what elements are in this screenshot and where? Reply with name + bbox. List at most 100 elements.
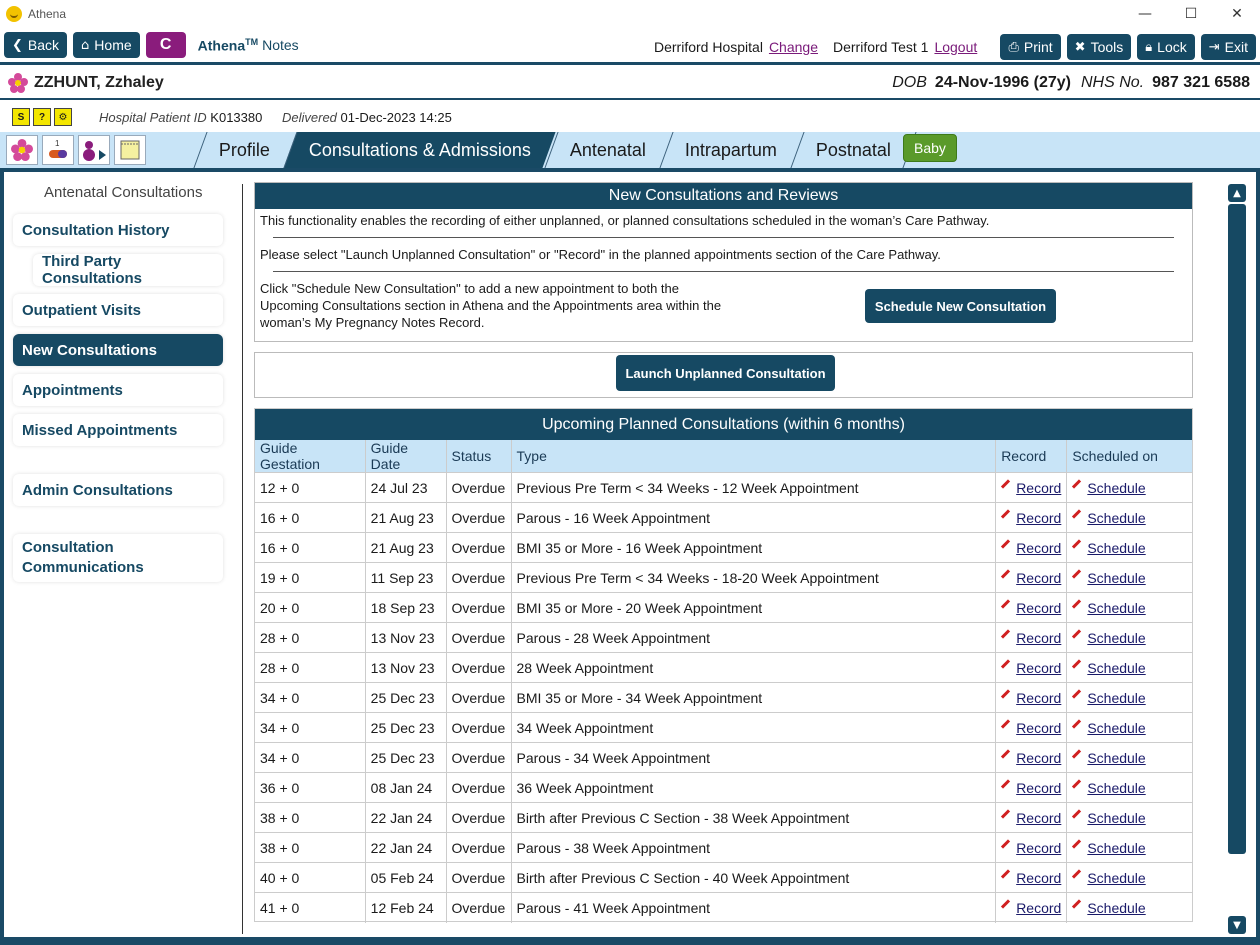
record-link[interactable]: Record — [1016, 870, 1061, 886]
pencil-icon — [1072, 871, 1082, 881]
athena-logo-icon — [6, 6, 22, 22]
schedule-link[interactable]: Schedule — [1087, 600, 1145, 616]
cell-status: Overdue — [446, 622, 512, 653]
record-link[interactable]: Record — [1016, 900, 1061, 916]
record-link[interactable]: Record — [1016, 480, 1061, 496]
scroll-down-icon[interactable]: ▼ — [1228, 916, 1246, 934]
launch-unplanned-consultation-button[interactable]: Launch Unplanned Consultation — [616, 355, 835, 391]
table-row: 40 + 0 05 Feb 24 Overdue Birth after Previo… — [255, 862, 1192, 893]
col-type[interactable]: Type — [511, 440, 997, 473]
medication-icon[interactable]: 1 — [42, 135, 74, 165]
scroll-up-icon[interactable]: ▲ — [1228, 184, 1246, 202]
cell-status: Overdue — [446, 652, 512, 683]
pencil-icon — [1001, 511, 1011, 521]
change-hospital-link[interactable]: Change — [769, 39, 818, 55]
baby-button[interactable]: Baby — [903, 134, 957, 162]
settings-icon[interactable]: ⚙ — [54, 108, 72, 126]
schedule-link[interactable]: Schedule — [1087, 840, 1145, 856]
flower-tab-icon[interactable] — [6, 135, 38, 165]
col-status[interactable]: Status — [446, 440, 512, 473]
patient-banner: ZZHUNT, Zzhaley DOB 24-Nov-1996 (27y) NH… — [0, 68, 1260, 100]
cell-record: Record — [995, 532, 1068, 563]
sidebar-item-admin-consultations[interactable]: Admin Consultations — [13, 474, 223, 506]
lock-button[interactable]: 🔒︎ Lock — [1137, 34, 1195, 60]
schedule-link[interactable]: Schedule — [1087, 720, 1145, 736]
notes-icon[interactable] — [114, 135, 146, 165]
cell-date: 13 Nov 23 — [365, 652, 447, 683]
schedule-link[interactable]: Schedule — [1087, 510, 1145, 526]
cell-date: 13 Nov 23 — [365, 622, 447, 653]
vertical-scrollbar[interactable]: ▲ ▼ — [1228, 184, 1246, 936]
help-icon[interactable]: ? — [33, 108, 51, 126]
back-button[interactable]: ❮ Back — [4, 32, 68, 58]
sidebar-item-missed-appointments[interactable]: Missed Appointments — [13, 414, 223, 446]
cell-status: Overdue — [446, 502, 512, 533]
schedule-link[interactable]: Schedule — [1087, 690, 1145, 706]
record-link[interactable]: Record — [1016, 720, 1061, 736]
tab-antenatal[interactable]: Antenatal — [544, 132, 671, 168]
schedule-link[interactable]: Schedule — [1087, 570, 1145, 586]
cell-date: 21 Aug 23 — [365, 502, 447, 533]
home-button[interactable]: ⌂ Home — [73, 32, 140, 58]
schedule-link[interactable]: Schedule — [1087, 870, 1145, 886]
logout-link[interactable]: Logout — [934, 39, 977, 55]
window-title: Athena — [28, 7, 67, 21]
record-link[interactable]: Record — [1016, 540, 1061, 556]
record-link[interactable]: Record — [1016, 750, 1061, 766]
cell-date: 12 Feb 24 — [365, 892, 447, 923]
dob-label: DOB — [892, 74, 927, 91]
cell-schedule: Schedule — [1066, 832, 1192, 863]
col-record[interactable]: Record — [995, 440, 1068, 473]
sidebar-item-consultation-communications[interactable]: Consultation Communications — [13, 534, 223, 582]
sidebar-item-third-party-consultations[interactable]: Third Party Consultations — [33, 253, 223, 287]
sidebar-item-appointments[interactable]: Appointments — [13, 374, 223, 406]
cell-type: Birth after Previous C Section - 40 Week… — [511, 862, 997, 893]
record-link[interactable]: Record — [1016, 780, 1061, 796]
record-link[interactable]: Record — [1016, 570, 1061, 586]
cell-gestation: 38 + 0 — [255, 832, 366, 863]
exit-button[interactable]: ⇥ Exit — [1200, 34, 1256, 60]
scrollbar-thumb[interactable] — [1228, 204, 1246, 854]
tab-intrapartum[interactable]: Intrapartum — [659, 132, 802, 168]
schedule-link[interactable]: Schedule — [1087, 660, 1145, 676]
delivered-value: 01-Dec-2023 14:25 — [340, 109, 452, 125]
sidebar-item-consultation-history[interactable]: Consultation History — [13, 214, 223, 246]
sidebar-item-outpatient-visits[interactable]: Outpatient Visits — [13, 294, 223, 326]
record-link[interactable]: Record — [1016, 630, 1061, 646]
chevron-left-icon: ❮ — [12, 37, 23, 53]
cell-schedule: Schedule — [1066, 742, 1192, 773]
schedule-link[interactable]: Schedule — [1087, 750, 1145, 766]
schedule-link[interactable]: Schedule — [1087, 540, 1145, 556]
tools-button[interactable]: ✖ Tools — [1066, 34, 1132, 60]
sidebar-item-new-consultations[interactable]: New Consultations — [13, 334, 223, 366]
minimize-button[interactable]: — — [1122, 0, 1168, 28]
col-guide-gestation[interactable]: Guide Gestation — [255, 440, 366, 473]
record-link[interactable]: Record — [1016, 660, 1061, 676]
mother-baby-icon[interactable] — [78, 135, 110, 165]
record-link[interactable]: Record — [1016, 810, 1061, 826]
pencil-icon — [1001, 811, 1011, 821]
record-link[interactable]: Record — [1016, 600, 1061, 616]
schedule-link[interactable]: Schedule — [1087, 480, 1145, 496]
schedule-link[interactable]: Schedule — [1087, 900, 1145, 916]
tab-consultations-admissions[interactable]: Consultations & Admissions — [283, 132, 556, 168]
print-button[interactable]: ⎙ Print — [1000, 34, 1061, 60]
alert-s-icon[interactable]: S — [12, 108, 30, 126]
record-link[interactable]: Record — [1016, 510, 1061, 526]
tab-postnatal[interactable]: Postnatal — [790, 132, 917, 168]
tab-profile[interactable]: Profile — [193, 132, 295, 168]
record-link[interactable]: Record — [1016, 840, 1061, 856]
cell-date: 11 Sep 23 — [365, 562, 447, 593]
record-link[interactable]: Record — [1016, 690, 1061, 706]
schedule-link[interactable]: Schedule — [1087, 630, 1145, 646]
c-button[interactable]: C — [145, 32, 186, 58]
sidebar-divider — [242, 184, 243, 934]
cell-date: 22 Jan 24 — [365, 802, 447, 833]
schedule-link[interactable]: Schedule — [1087, 780, 1145, 796]
close-window-button[interactable]: ✕ — [1214, 0, 1260, 28]
schedule-link[interactable]: Schedule — [1087, 810, 1145, 826]
schedule-new-consultation-button[interactable]: Schedule New Consultation — [865, 289, 1056, 323]
maximize-button[interactable]: ☐ — [1168, 0, 1214, 28]
col-scheduled-on[interactable]: Scheduled on — [1066, 440, 1192, 473]
col-guide-date[interactable]: Guide Date — [365, 440, 447, 473]
